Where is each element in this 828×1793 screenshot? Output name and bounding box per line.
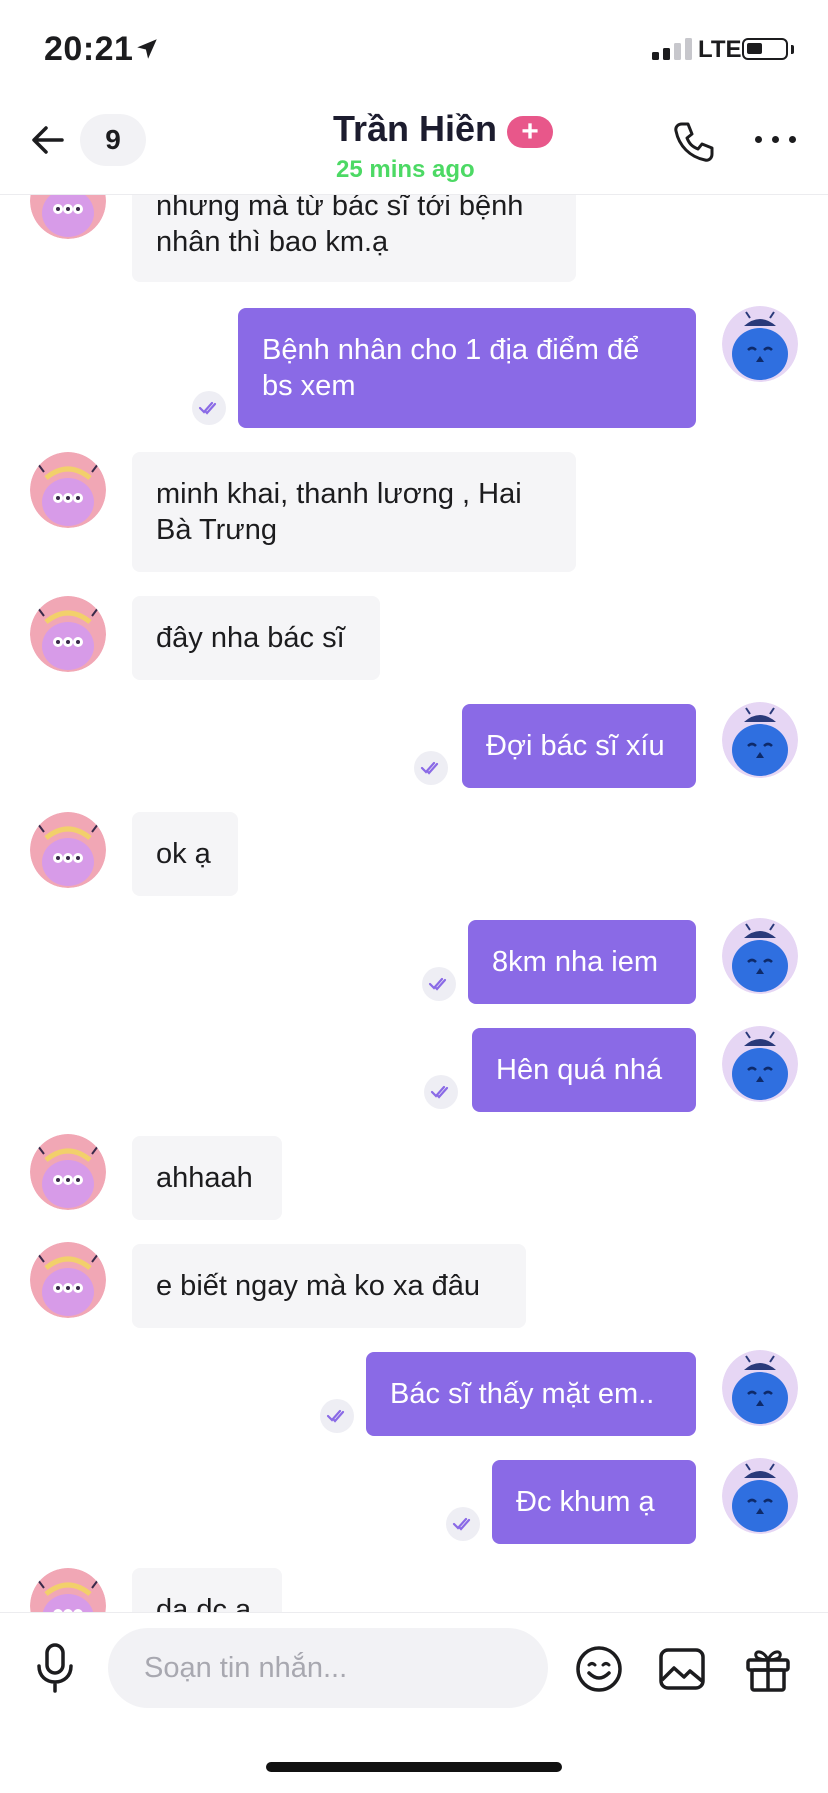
arrow-left-icon[interactable] <box>28 120 68 160</box>
contact-avatar[interactable] <box>30 1134 106 1210</box>
double-check-icon <box>192 391 226 425</box>
microphone-icon[interactable] <box>34 1642 76 1694</box>
smiley-icon[interactable] <box>574 1644 624 1694</box>
message-bubble-outgoing[interactable]: Hên quá nhá <box>472 1028 696 1112</box>
message-bubble-incoming[interactable]: ahhaah <box>132 1136 282 1220</box>
home-indicator <box>266 1762 562 1772</box>
double-check-icon <box>320 1399 354 1433</box>
last-seen-status: 25 mins ago <box>336 156 475 183</box>
message-bubble-incoming[interactable]: e biết ngay mà ko xa đâu <box>132 1244 526 1328</box>
message-input-field[interactable] <box>108 1628 548 1708</box>
contact-avatar[interactable] <box>30 812 106 888</box>
message-list: nhưng mà từ bác sĩ tới bệnh nhân thì bao… <box>0 0 828 1652</box>
image-icon[interactable] <box>658 1646 706 1692</box>
more-horizontal-icon[interactable] <box>755 136 796 143</box>
message-bubble-incoming[interactable]: đây nha bác sĩ <box>132 596 380 680</box>
message-bubble-outgoing[interactable]: Bệnh nhân cho 1 địa điểm để bs xem <box>238 308 696 428</box>
message-bubble-outgoing[interactable]: Đợi bác sĩ xíu <box>462 704 696 788</box>
message-bubble-outgoing[interactable]: Bác sĩ thấy mặt em.. <box>366 1352 696 1436</box>
message-input[interactable] <box>142 1650 526 1686</box>
my-avatar[interactable] <box>722 1458 798 1534</box>
my-avatar[interactable] <box>722 702 798 778</box>
my-avatar[interactable] <box>722 306 798 382</box>
my-avatar[interactable] <box>722 1026 798 1102</box>
message-bubble-incoming[interactable]: minh khai, thanh lương , Hai Bà Trưng <box>132 452 576 572</box>
my-avatar[interactable] <box>722 918 798 994</box>
unread-count-badge[interactable]: 9 <box>80 114 146 166</box>
contact-name[interactable]: Trần Hiền <box>333 108 497 150</box>
double-check-icon <box>422 967 456 1001</box>
contact-avatar[interactable] <box>30 1242 106 1318</box>
gift-icon[interactable] <box>744 1644 792 1694</box>
contact-avatar[interactable] <box>30 452 106 528</box>
contact-avatar[interactable] <box>30 596 106 672</box>
message-bubble-incoming[interactable]: ok ạ <box>132 812 238 896</box>
plus-icon: + <box>507 116 553 148</box>
my-avatar[interactable] <box>722 1350 798 1426</box>
message-bubble-outgoing[interactable]: Đc khum ạ <box>492 1460 696 1544</box>
double-check-icon <box>414 751 448 785</box>
phone-icon[interactable] <box>670 118 718 166</box>
double-check-icon <box>424 1075 458 1109</box>
double-check-icon <box>446 1507 480 1541</box>
message-bubble-outgoing[interactable]: 8km nha iem <box>468 920 696 1004</box>
